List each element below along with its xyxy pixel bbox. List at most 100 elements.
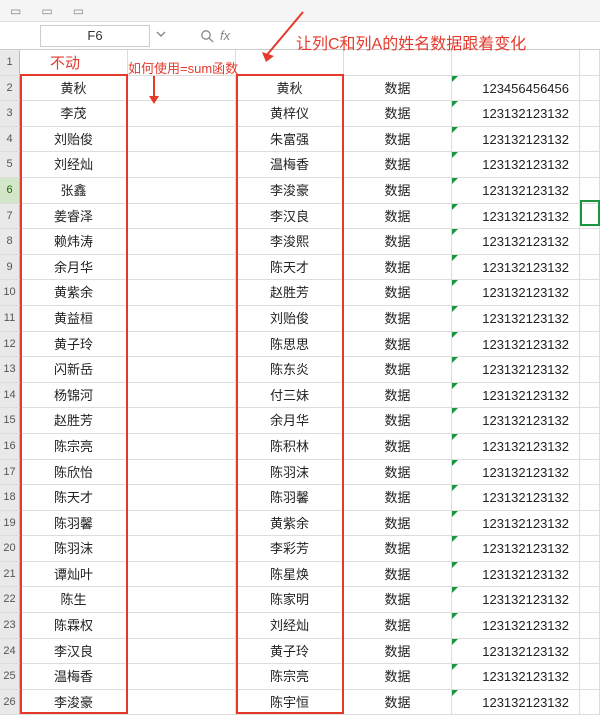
cell-A[interactable]: 刘贻俊 — [20, 127, 128, 152]
cell-E[interactable]: 123132123132 — [452, 562, 580, 587]
cell-E[interactable]: 123456456456 — [452, 76, 580, 101]
row-header[interactable]: 3 — [0, 101, 20, 126]
cell-A[interactable]: 张鑫 — [20, 178, 128, 203]
row-header[interactable]: 17 — [0, 460, 20, 485]
cell-C[interactable]: 陈宇恒 — [236, 690, 344, 715]
toolbar-item[interactable]: ▭ — [10, 4, 21, 18]
cell-C[interactable] — [236, 50, 344, 75]
cell-A[interactable]: 陈羽馨 — [20, 511, 128, 536]
row-header[interactable]: 14 — [0, 383, 20, 408]
cell-C[interactable]: 黄子玲 — [236, 639, 344, 664]
cell-B[interactable] — [128, 613, 236, 638]
cell-A[interactable]: 闪新岳 — [20, 357, 128, 382]
dropdown-icon[interactable] — [156, 29, 170, 43]
cell-A[interactable]: 陈生 — [20, 587, 128, 612]
cell-C[interactable]: 陈天才 — [236, 255, 344, 280]
cell-A[interactable]: 陈天才 — [20, 485, 128, 510]
cell-B[interactable] — [128, 101, 236, 126]
cell-D[interactable]: 数据 — [344, 76, 452, 101]
cell-A[interactable]: 陈欣怡 — [20, 460, 128, 485]
cell-C[interactable]: 陈积林 — [236, 434, 344, 459]
cell-E[interactable]: 123132123132 — [452, 332, 580, 357]
cell-F[interactable] — [580, 408, 600, 433]
cell-C[interactable]: 温梅香 — [236, 152, 344, 177]
cell-B[interactable] — [128, 280, 236, 305]
cell-E[interactable]: 123132123132 — [452, 639, 580, 664]
row-header[interactable]: 13 — [0, 357, 20, 382]
cell-E[interactable]: 123132123132 — [452, 408, 580, 433]
cell-D[interactable]: 数据 — [344, 332, 452, 357]
cell-D[interactable]: 数据 — [344, 536, 452, 561]
row-header[interactable]: 23 — [0, 613, 20, 638]
cell-B[interactable] — [128, 357, 236, 382]
cell-F[interactable] — [580, 229, 600, 254]
cell-D[interactable]: 数据 — [344, 357, 452, 382]
cell-E[interactable]: 123132123132 — [452, 613, 580, 638]
cell-D[interactable]: 数据 — [344, 152, 452, 177]
cell-C[interactable]: 陈宗亮 — [236, 664, 344, 689]
cell-F[interactable] — [580, 152, 600, 177]
cell-A[interactable]: 赵胜芳 — [20, 408, 128, 433]
cell-B[interactable] — [128, 178, 236, 203]
cell-B[interactable] — [128, 587, 236, 612]
cell-A[interactable]: 姜睿泽 — [20, 204, 128, 229]
cell-A[interactable]: 陈羽沫 — [20, 536, 128, 561]
cell-B[interactable] — [128, 76, 236, 101]
cell-A[interactable]: 黄子玲 — [20, 332, 128, 357]
cell-B[interactable] — [128, 460, 236, 485]
cell-B[interactable] — [128, 383, 236, 408]
cell-A[interactable]: 谭灿叶 — [20, 562, 128, 587]
cell-D[interactable]: 数据 — [344, 690, 452, 715]
cell-F[interactable] — [580, 357, 600, 382]
cell-B[interactable] — [128, 485, 236, 510]
cell-C[interactable]: 赵胜芳 — [236, 280, 344, 305]
row-header[interactable]: 12 — [0, 332, 20, 357]
cell-C[interactable]: 黄紫余 — [236, 511, 344, 536]
cell-C[interactable]: 刘贻俊 — [236, 306, 344, 331]
cell-B[interactable] — [128, 434, 236, 459]
row-header[interactable]: 11 — [0, 306, 20, 331]
fx-icon[interactable]: fx — [220, 28, 230, 43]
row-header[interactable]: 7 — [0, 204, 20, 229]
cell-F[interactable] — [580, 664, 600, 689]
cell-A[interactable]: 陈宗亮 — [20, 434, 128, 459]
cell-B[interactable] — [128, 152, 236, 177]
cell-F[interactable] — [580, 255, 600, 280]
cell-F[interactable] — [580, 76, 600, 101]
cell-F[interactable] — [580, 101, 600, 126]
cell-B[interactable] — [128, 204, 236, 229]
cell-E[interactable]: 123132123132 — [452, 511, 580, 536]
cell-F[interactable] — [580, 690, 600, 715]
cell-A[interactable]: 李浚豪 — [20, 690, 128, 715]
cell-C[interactable]: 朱富强 — [236, 127, 344, 152]
cell-E[interactable]: 123132123132 — [452, 434, 580, 459]
cell-B[interactable] — [128, 306, 236, 331]
row-header[interactable]: 24 — [0, 639, 20, 664]
cell-F[interactable] — [580, 383, 600, 408]
name-box[interactable] — [40, 25, 150, 47]
row-header[interactable]: 18 — [0, 485, 20, 510]
cell-C[interactable]: 陈家明 — [236, 587, 344, 612]
cell-C[interactable]: 陈星焕 — [236, 562, 344, 587]
cell-C[interactable]: 李彩芳 — [236, 536, 344, 561]
cell-D[interactable]: 数据 — [344, 562, 452, 587]
cell-C[interactable]: 李浚熙 — [236, 229, 344, 254]
cell-D[interactable]: 数据 — [344, 255, 452, 280]
cell-B[interactable] — [128, 50, 236, 75]
cell-E[interactable]: 123132123132 — [452, 255, 580, 280]
cell-D[interactable]: 数据 — [344, 460, 452, 485]
cell-F[interactable] — [580, 587, 600, 612]
cell-C[interactable]: 黄梓仪 — [236, 101, 344, 126]
cell-D[interactable]: 数据 — [344, 587, 452, 612]
cell-E[interactable]: 123132123132 — [452, 536, 580, 561]
cell-E[interactable]: 123132123132 — [452, 229, 580, 254]
cell-F[interactable] — [580, 536, 600, 561]
cell-E[interactable]: 123132123132 — [452, 485, 580, 510]
cell-A[interactable]: 李茂 — [20, 101, 128, 126]
cell-B[interactable] — [128, 127, 236, 152]
toolbar-item[interactable]: ▭ — [41, 4, 52, 18]
cell-E[interactable]: 123132123132 — [452, 101, 580, 126]
row-header[interactable]: 5 — [0, 152, 20, 177]
cell-A[interactable]: 温梅香 — [20, 664, 128, 689]
cell-E[interactable]: 123132123132 — [452, 664, 580, 689]
